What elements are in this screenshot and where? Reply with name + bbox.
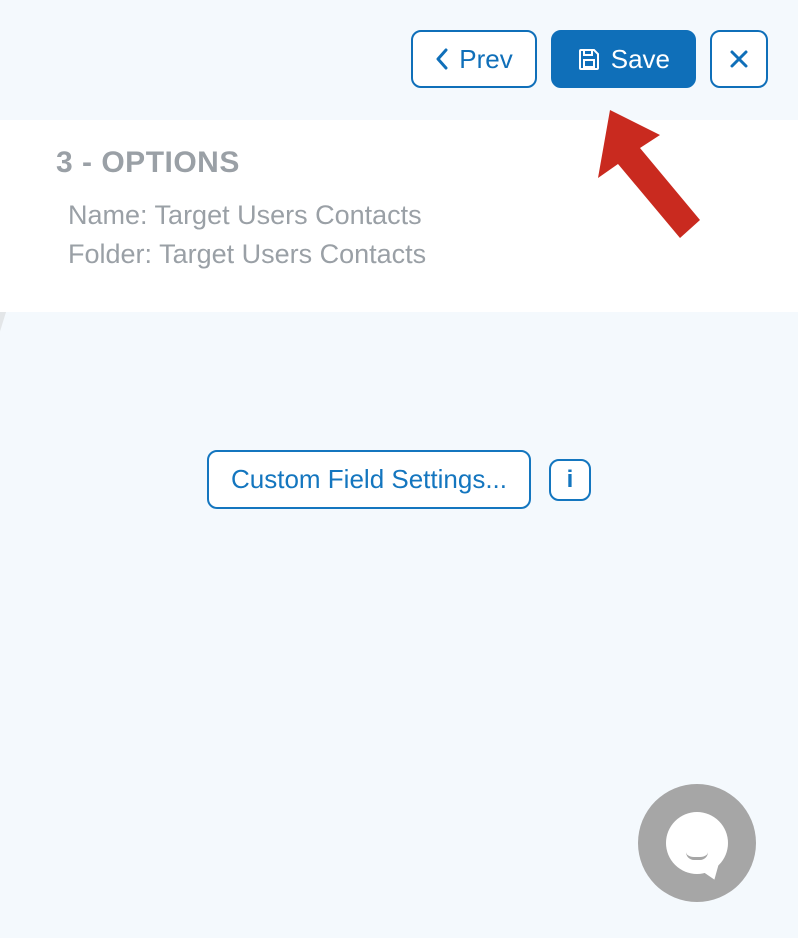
- chevron-left-icon: [435, 48, 449, 70]
- folder-value: Target Users Contacts: [159, 239, 426, 269]
- info-icon: i: [567, 466, 574, 494]
- name-value: Target Users Contacts: [155, 200, 422, 230]
- prev-button[interactable]: Prev: [411, 30, 536, 88]
- save-button-label: Save: [611, 44, 670, 75]
- options-folder-row: Folder: Target Users Contacts: [68, 239, 768, 270]
- chat-bubble-icon: [666, 812, 728, 874]
- chat-fab-button[interactable]: [638, 784, 756, 902]
- save-button[interactable]: Save: [551, 30, 696, 88]
- save-icon: [577, 47, 601, 71]
- custom-field-settings-button[interactable]: Custom Field Settings...: [207, 450, 531, 509]
- close-icon: [729, 49, 749, 69]
- step-options-panel: 3 - OPTIONS Name: Target Users Contacts …: [0, 120, 798, 312]
- options-name-row: Name: Target Users Contacts: [68, 200, 768, 231]
- custom-field-row: Custom Field Settings... i: [0, 450, 798, 509]
- name-label: Name:: [68, 200, 148, 230]
- info-button[interactable]: i: [549, 459, 591, 501]
- close-button[interactable]: [710, 30, 768, 88]
- prev-button-label: Prev: [459, 44, 512, 75]
- step-heading: 3 - OPTIONS: [56, 146, 768, 180]
- folder-label: Folder:: [68, 239, 152, 269]
- wizard-toolbar: Prev Save: [411, 30, 768, 88]
